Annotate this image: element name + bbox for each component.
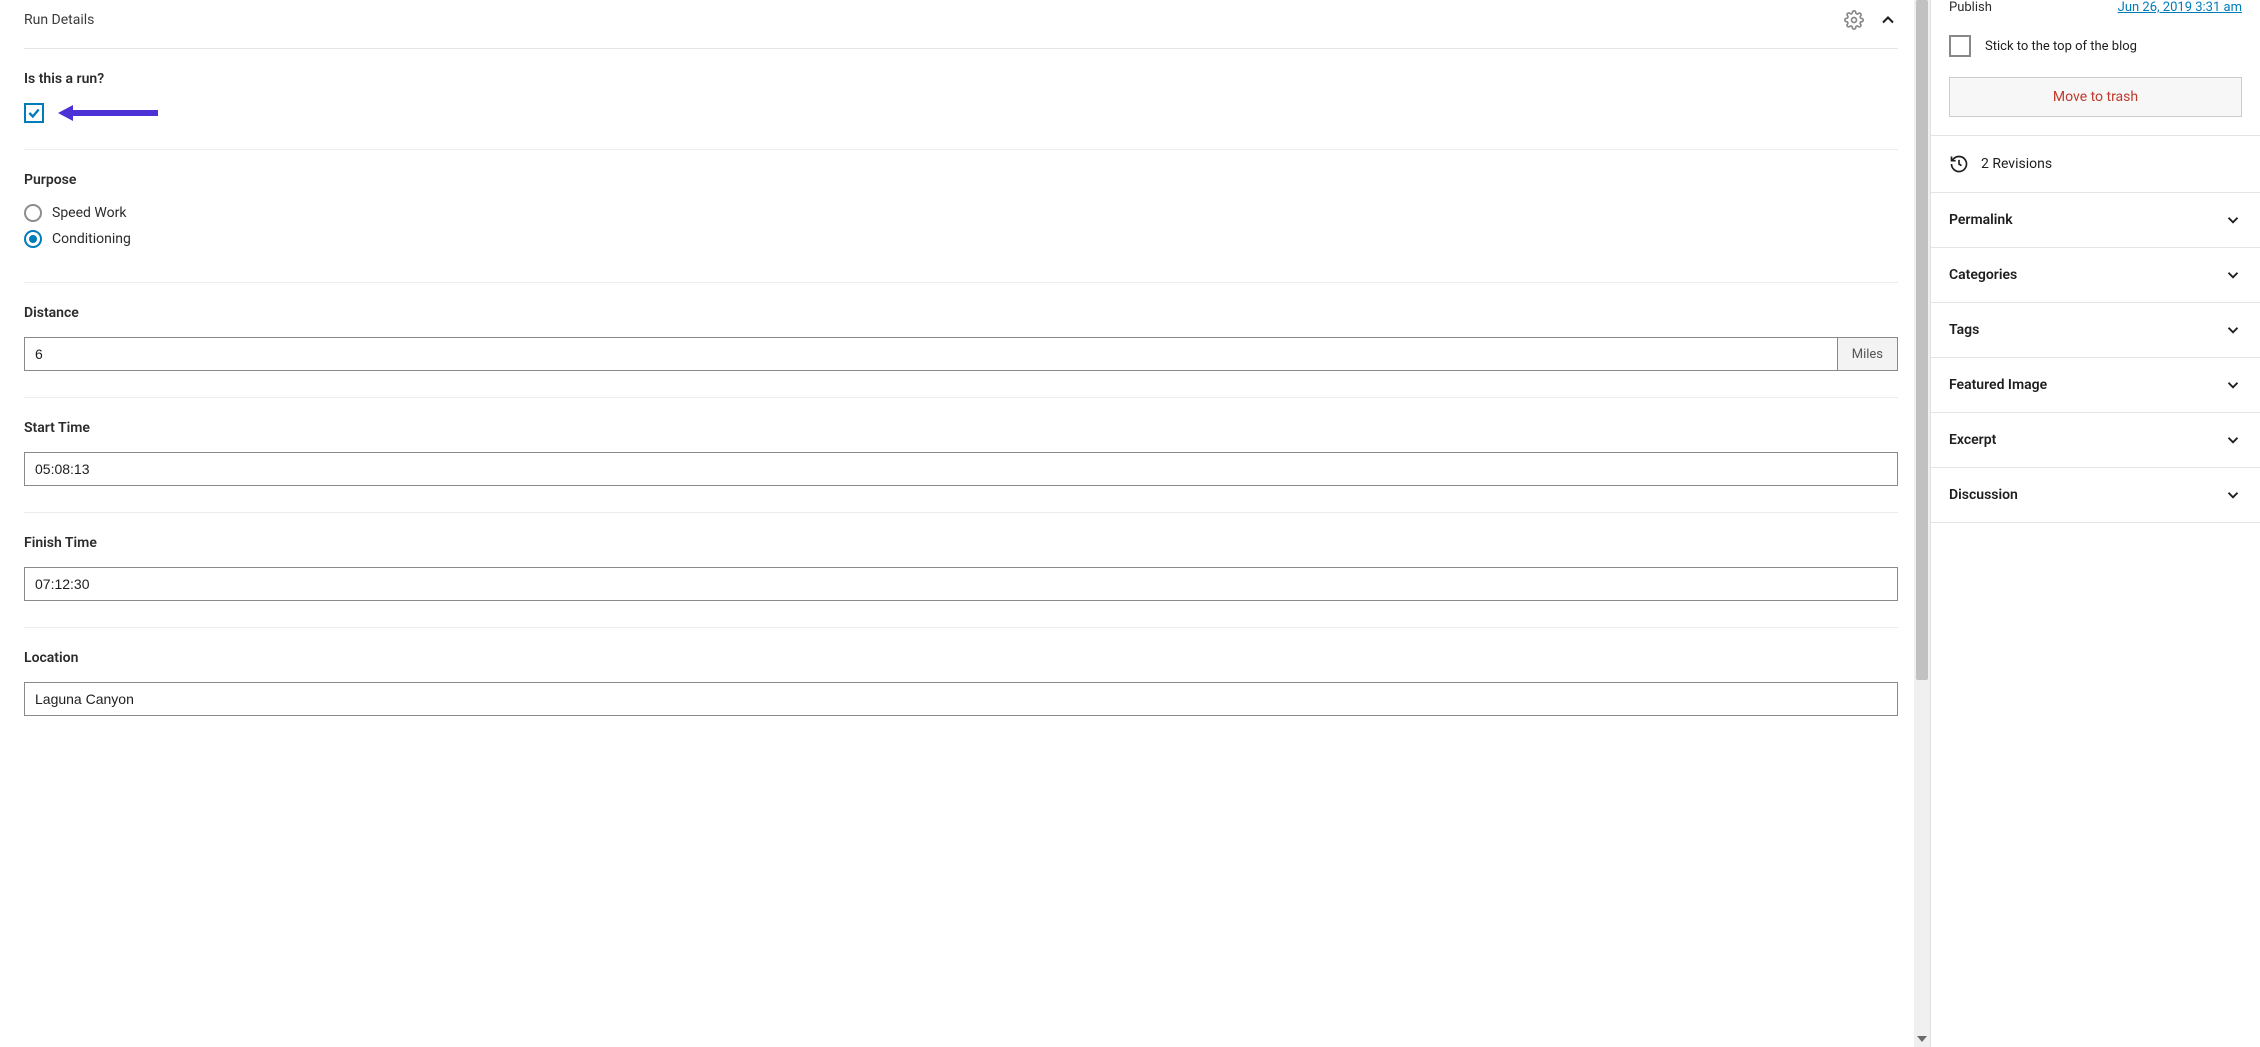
field-label: Purpose [24,172,1898,188]
revisions-link[interactable]: 2 Revisions [1931,136,2260,192]
chevron-up-icon[interactable] [1878,10,1898,30]
field-location: Location [24,628,1898,742]
chevron-down-icon [2224,431,2242,449]
stick-row: Stick to the top of the blog [1931,25,2260,77]
field-label: Start Time [24,420,1898,436]
section-title: Featured Image [1949,377,2047,393]
section-featured-image: Featured Image [1931,358,2260,413]
field-label: Finish Time [24,535,1898,551]
section-title: Permalink [1949,212,2013,228]
section-toggle[interactable]: Featured Image [1931,358,2260,412]
location-input[interactable] [24,682,1898,716]
sidebar: Publish Jun 26, 2019 3:31 am Stick to th… [1930,0,2260,1047]
revisions-section: 2 Revisions [1931,136,2260,193]
radio-icon[interactable] [24,230,42,248]
distance-unit: Miles [1837,337,1898,371]
distance-input[interactable] [24,337,1837,371]
stick-checkbox[interactable] [1949,35,1971,57]
section-toggle[interactable]: Discussion [1931,468,2260,522]
annotation-arrow-icon [58,103,158,123]
section-permalink: Permalink [1931,193,2260,248]
section-title: Excerpt [1949,432,1996,448]
field-distance: Distance Miles [24,283,1898,398]
chevron-down-icon [2224,376,2242,394]
scrollbar[interactable] [1914,0,1930,1047]
purpose-option-conditioning[interactable]: Conditioning [24,230,1898,248]
chevron-down-icon [2224,486,2242,504]
panel-title: Run Details [24,12,94,28]
gear-icon[interactable] [1844,10,1864,30]
field-purpose: Purpose Speed Work Conditioning [24,150,1898,283]
radio-icon[interactable] [24,204,42,222]
scrollbar-down-arrow-icon[interactable] [1914,1031,1930,1047]
field-label: Location [24,650,1898,666]
finish-time-input[interactable] [24,567,1898,601]
section-toggle[interactable]: Tags [1931,303,2260,357]
section-title: Discussion [1949,487,2018,503]
start-time-input[interactable] [24,452,1898,486]
revisions-label: 2 Revisions [1981,156,2052,172]
is-run-checkbox[interactable] [24,103,44,123]
field-start-time: Start Time [24,398,1898,513]
publish-row: Publish Jun 26, 2019 3:31 am [1931,0,2260,25]
move-to-trash-button[interactable]: Move to trash [1949,77,2242,117]
section-title: Tags [1949,322,1979,338]
section-toggle[interactable]: Excerpt [1931,413,2260,467]
section-title: Categories [1949,267,2017,283]
chevron-down-icon [2224,266,2242,284]
section-discussion: Discussion [1931,468,2260,523]
history-icon [1949,154,1969,174]
publish-label: Publish [1949,0,1992,15]
field-is-run: Is this a run? [24,49,1898,150]
field-finish-time: Finish Time [24,513,1898,628]
chevron-down-icon [2224,211,2242,229]
panel-actions [1844,10,1898,30]
field-label: Distance [24,305,1898,321]
purpose-option-speed-work[interactable]: Speed Work [24,204,1898,222]
chevron-down-icon [2224,321,2242,339]
section-toggle[interactable]: Categories [1931,248,2260,302]
section-toggle[interactable]: Permalink [1931,193,2260,247]
panel-header: Run Details [24,0,1898,49]
scrollbar-thumb[interactable] [1916,0,1928,680]
section-tags: Tags [1931,303,2260,358]
trash-button-label: Move to trash [2053,89,2138,105]
publish-date-link[interactable]: Jun 26, 2019 3:31 am [2118,0,2242,15]
main-content: Run Details Is this a run? [0,0,1914,1047]
section-categories: Categories [1931,248,2260,303]
radio-label: Speed Work [52,205,126,221]
field-label: Is this a run? [24,71,1898,87]
section-excerpt: Excerpt [1931,413,2260,468]
radio-label: Conditioning [52,231,131,247]
stick-label: Stick to the top of the blog [1985,39,2137,54]
